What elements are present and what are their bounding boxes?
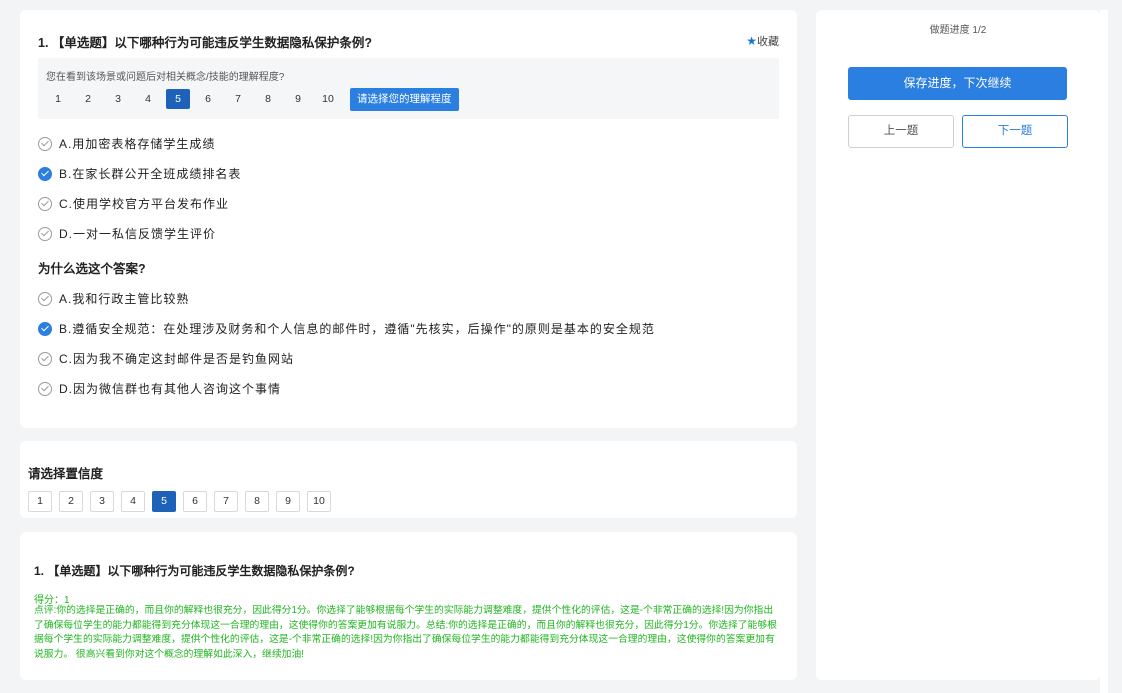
answer-option-label: B.在家长群公开全班成绩排名表 [59,167,242,181]
understanding-scale: 1 2 3 4 5 6 7 8 9 10 请选择您的理解程度 [46,88,459,111]
reason-option-d[interactable]: D.因为微信群也有其他人咨询这个事情 [38,380,281,397]
check-circle-icon [38,381,52,396]
confidence-option-7[interactable]: 7 [214,491,238,512]
confidence-scale: 1 2 3 4 5 6 7 8 9 10 [28,491,331,512]
understanding-option-3[interactable]: 3 [106,89,130,109]
confidence-card: 请选择置信度 1 2 3 4 5 6 7 8 9 10 [20,441,797,518]
confidence-option-6[interactable]: 6 [183,491,207,512]
understanding-prompt-button[interactable]: 请选择您的理解程度 [350,88,459,111]
prev-question-button[interactable]: 上一题 [848,115,954,148]
answer-option-c[interactable]: C.使用学校官方平台发布作业 [38,195,229,212]
check-circle-icon [38,226,52,241]
reason-option-b[interactable]: B.遵循安全规范：在处理涉及财务和个人信息的邮件时，遵循"先核实，后操作"的原则… [38,320,655,337]
understanding-label: 您在看到该场景或问题后对相关概念/技能的理解程度? [46,72,285,83]
confidence-option-2[interactable]: 2 [59,491,83,512]
scrollbar-track[interactable] [1100,10,1108,693]
check-circle-icon [38,351,52,366]
reason-title: 为什么选这个答案? [38,262,146,276]
favorite-label: 收藏 [757,36,779,48]
reason-option-label: D.因为微信群也有其他人咨询这个事情 [59,382,282,396]
confidence-option-1[interactable]: 1 [28,491,52,512]
question-card: 1. 【单选题】以下哪种行为可能违反学生数据隐私保护条例? ★收藏 您在看到该场… [20,10,797,428]
confidence-option-8[interactable]: 8 [245,491,269,512]
understanding-option-10[interactable]: 10 [316,89,340,109]
progress-label: 做题进度 1/2 [929,25,987,36]
answer-option-a[interactable]: A.用加密表格存储学生成绩 [38,135,215,152]
understanding-panel: 您在看到该场景或问题后对相关概念/技能的理解程度? 1 2 3 4 5 6 7 … [38,58,779,119]
confidence-option-9[interactable]: 9 [276,491,300,512]
question-title: 1. 【单选题】以下哪种行为可能违反学生数据隐私保护条例? [38,36,373,50]
next-question-button[interactable]: 下一题 [962,115,1068,148]
confidence-option-4[interactable]: 4 [121,491,145,512]
result-card: 1. 【单选题】以下哪种行为可能违反学生数据隐私保护条例? 得分：1 点评:你的… [20,532,797,680]
understanding-option-2[interactable]: 2 [76,89,100,109]
confidence-title: 请选择置信度 [28,467,104,481]
answer-option-b[interactable]: B.在家长群公开全班成绩排名表 [38,165,241,182]
reason-option-c[interactable]: C.因为我不确定这封邮件是否是钓鱼网站 [38,350,294,367]
answer-option-label: C.使用学校官方平台发布作业 [59,197,230,211]
reason-option-label: C.因为我不确定这封邮件是否是钓鱼网站 [59,352,295,366]
result-title: 1. 【单选题】以下哪种行为可能违反学生数据隐私保护条例? [34,564,355,578]
favorite-button[interactable]: ★收藏 [746,33,779,49]
confidence-option-3[interactable]: 3 [90,491,114,512]
understanding-option-9[interactable]: 9 [286,89,310,109]
reason-option-label: B.遵循安全规范：在处理涉及财务和个人信息的邮件时，遵循"先核实，后操作"的原则… [59,322,655,336]
understanding-option-4[interactable]: 4 [136,89,160,109]
understanding-option-5[interactable]: 5 [166,89,190,109]
answer-option-label: A.用加密表格存储学生成绩 [59,137,216,151]
check-circle-icon [38,291,52,306]
save-progress-button[interactable]: 保存进度，下次继续 [848,67,1067,100]
progress-sidebar: 做题进度 1/2 保存进度，下次继续 上一题 下一题 [816,10,1100,680]
result-comment: 点评:你的选择是正确的，而且你的解释也很充分，因此得分1分。你选择了能够根据每个… [34,605,777,660]
understanding-option-7[interactable]: 7 [226,89,250,109]
confidence-option-10[interactable]: 10 [307,491,331,512]
check-circle-icon [38,136,52,151]
check-circle-filled-icon [38,321,52,336]
understanding-option-8[interactable]: 8 [256,89,280,109]
confidence-option-5[interactable]: 5 [152,491,176,512]
answer-option-d[interactable]: D.一对一私信反馈学生评价 [38,225,216,242]
understanding-option-6[interactable]: 6 [196,89,220,109]
check-circle-filled-icon [38,166,52,181]
reason-option-label: A.我和行政主管比较熟 [59,292,190,306]
understanding-option-1[interactable]: 1 [46,89,70,109]
check-circle-icon [38,196,52,211]
answer-option-label: D.一对一私信反馈学生评价 [59,227,217,241]
star-icon: ★ [746,34,757,48]
reason-option-a[interactable]: A.我和行政主管比较熟 [38,290,189,307]
